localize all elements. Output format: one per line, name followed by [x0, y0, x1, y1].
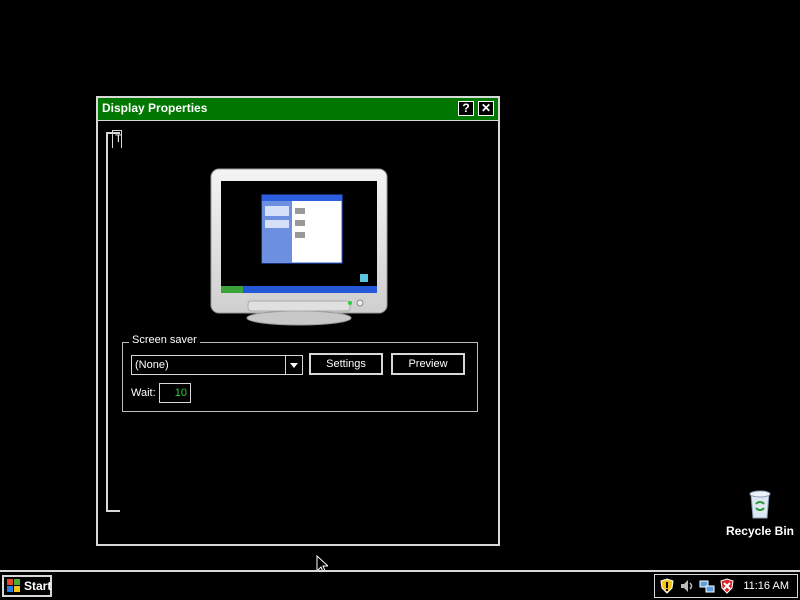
settings-button[interactable]: Settings: [309, 353, 383, 375]
security-shield-icon[interactable]: [659, 578, 675, 594]
close-button[interactable]: ✕: [478, 101, 494, 116]
recycle-bin-label: Recycle Bin: [725, 524, 795, 538]
tab-page-frame: [106, 132, 120, 512]
tab-screen-saver[interactable]: T: [112, 130, 122, 148]
recycle-bin[interactable]: Recycle Bin: [722, 486, 798, 542]
display-properties-window: Display Properties ? ✕ T Screen saver (N…: [96, 96, 500, 546]
help-button[interactable]: ?: [458, 101, 474, 116]
recycle-bin-icon: [749, 490, 771, 519]
chevron-down-icon[interactable]: [285, 356, 302, 374]
system-tray: 11:16 AM: [654, 574, 798, 598]
clock[interactable]: 11:16 AM: [743, 580, 789, 592]
screen-saver-dropdown[interactable]: (None): [131, 355, 303, 375]
taskbar: Start 11:16 AM: [0, 570, 800, 600]
wait-minutes-field[interactable]: 10: [159, 383, 191, 403]
windows-logo-icon: [7, 579, 20, 592]
window-title: Display Properties: [102, 101, 208, 115]
preview-button[interactable]: Preview: [391, 353, 465, 375]
start-button[interactable]: Start: [2, 575, 52, 597]
security-alert-icon[interactable]: [719, 578, 735, 594]
monitor-preview: [210, 168, 388, 326]
wait-label: Wait:: [131, 387, 156, 399]
start-label: Start: [24, 579, 52, 593]
screen-saver-selected: (None): [135, 359, 169, 371]
network-icon[interactable]: [699, 578, 715, 594]
speaker-icon[interactable]: [679, 578, 695, 594]
title-bar[interactable]: Display Properties ? ✕: [98, 98, 498, 121]
screen-saver-group: Screen saver (None) Settings Preview Wai…: [122, 334, 478, 412]
screen-saver-group-label: Screen saver: [129, 334, 200, 346]
